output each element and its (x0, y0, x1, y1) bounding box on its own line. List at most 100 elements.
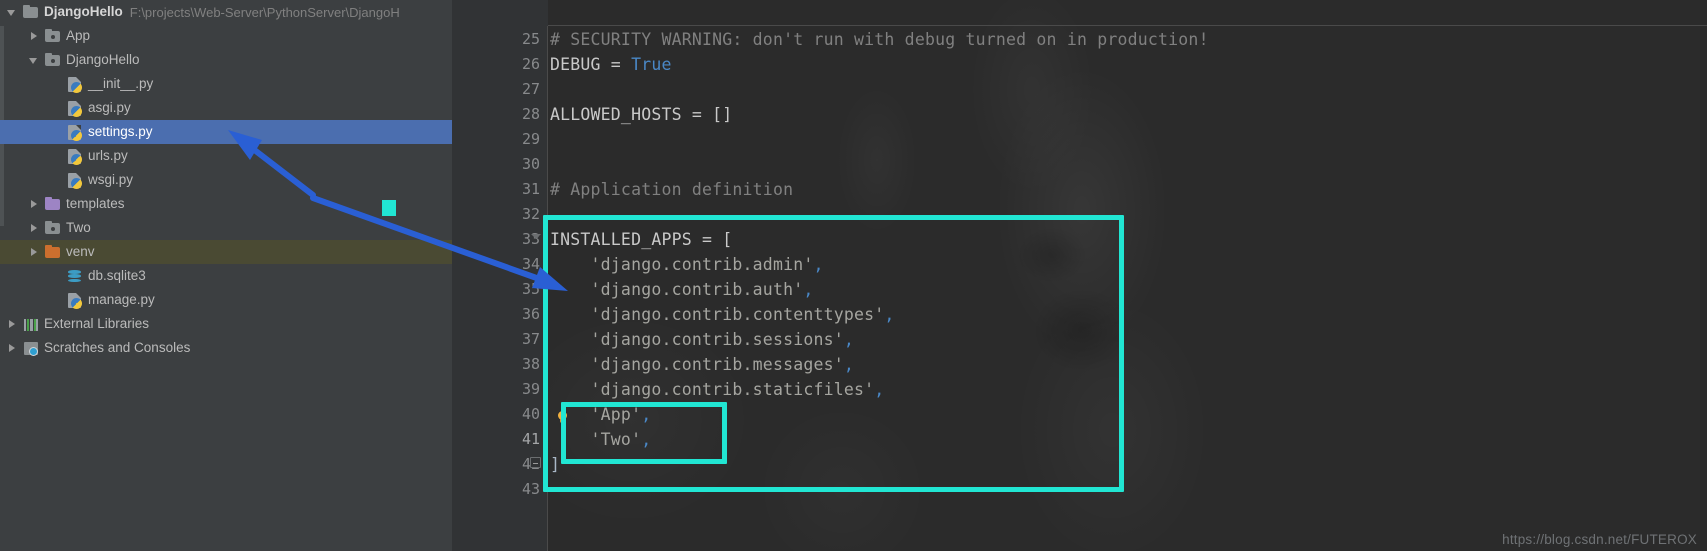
chevron-down-icon[interactable] (26, 52, 42, 68)
chevron-right-icon[interactable] (26, 196, 42, 212)
line-number: 33 (521, 230, 540, 248)
editor-top-divider (452, 25, 1707, 26)
code-token: , (803, 280, 814, 299)
line-number: 28 (521, 105, 540, 123)
code-token: , (813, 255, 824, 274)
code-token: , (641, 405, 652, 424)
tree-item-label: App (66, 28, 91, 44)
tree-item-manage-py[interactable]: manage.py (0, 288, 452, 312)
fold-marker-close-icon[interactable] (530, 457, 541, 468)
line-number: 36 (521, 305, 540, 323)
line-number: 42 (452, 452, 540, 477)
code-token: # Application definition (550, 180, 794, 199)
code-token: 'django.contrib.admin' (550, 255, 814, 274)
tree-toggle-spacer (48, 148, 64, 164)
tree-item-scratches-and-consoles[interactable]: Scratches and Consoles (0, 336, 452, 360)
tree-item-label: DjangoHello (66, 52, 140, 68)
code-token: , (843, 330, 855, 349)
code-editor[interactable]: 25 26 27 28 29 30 31 32 33 34 35 36 37 38 39 40 41 42 43 #… (452, 0, 1707, 551)
tree-item-db-sqlite3[interactable]: db.sqlite3 (0, 264, 452, 288)
code-token: , (843, 355, 855, 374)
libraries-icon (22, 316, 39, 332)
tree-item-label: asgi.py (88, 100, 131, 116)
tree-item-label: venv (66, 244, 95, 260)
editor-gutter[interactable]: 25 26 27 28 29 30 31 32 33 34 35 36 37 38 39 40 41 42 43 (452, 0, 548, 551)
code-line[interactable]: 'django.contrib.staticfiles', (550, 377, 885, 402)
folder-orange-icon (44, 244, 61, 260)
chevron-right-icon[interactable] (4, 316, 20, 332)
tree-item-wsgi-py[interactable]: wsgi.py (0, 168, 452, 192)
project-path: F:\projects\Web-Server\PythonServer\Djan… (129, 4, 400, 20)
code-token: 'django.contrib.contenttypes' (550, 305, 885, 324)
chevron-down-icon[interactable] (4, 4, 20, 20)
tree-item-djangohello[interactable]: DjangoHello F:\projects\Web-Server\Python… (0, 0, 452, 24)
code-token: INSTALLED_APPS = [ (550, 230, 733, 249)
code-line[interactable]: ] (550, 452, 560, 477)
code-line[interactable]: INSTALLED_APPS = [ (550, 227, 732, 252)
tree-item-label: Scratches and Consoles (44, 340, 191, 356)
pycharm-window: DjangoHello F:\projects\Web-Server\Python… (0, 0, 1707, 551)
python-file-icon (66, 76, 83, 93)
code-line[interactable]: 'django.contrib.messages', (550, 352, 854, 377)
code-line[interactable]: 'django.contrib.auth', (550, 277, 814, 302)
code-token: 'django.contrib.sessions' (550, 330, 844, 349)
code-token: 'Two' (550, 430, 642, 449)
code-line[interactable]: # SECURITY WARNING: don't run with debug… (550, 27, 1209, 52)
code-line[interactable]: 'django.contrib.sessions', (550, 327, 854, 352)
line-number: 41 (521, 430, 540, 448)
chevron-right-icon[interactable] (26, 220, 42, 236)
chevron-right-icon[interactable] (26, 244, 42, 260)
tree-item-two[interactable]: Two (0, 216, 452, 240)
code-line[interactable]: 'django.contrib.contenttypes', (550, 302, 895, 327)
python-file-icon (66, 292, 83, 309)
editor-background-image (782, 0, 1402, 551)
folder-purple-icon (44, 196, 61, 212)
tree-item-app[interactable]: App (0, 24, 452, 48)
blog-watermark: https://blog.csdn.net/FUTEROX (1502, 532, 1697, 547)
code-token: DEBUG = (550, 55, 632, 74)
python-file-icon (66, 100, 83, 117)
tree-toggle-spacer (48, 268, 64, 284)
tree-item-templates[interactable]: templates (0, 192, 452, 216)
code-line[interactable]: DEBUG = True (550, 52, 672, 77)
tree-item-venv[interactable]: venv (0, 240, 452, 264)
folder-module-icon (44, 52, 61, 68)
tree-item-label: DjangoHello (44, 4, 123, 20)
code-line[interactable]: 'django.contrib.admin', (550, 252, 824, 277)
project-tree-panel: DjangoHello F:\projects\Web-Server\Python… (0, 0, 452, 551)
tree-item-external-libraries[interactable]: External Libraries (0, 312, 452, 336)
tree-item-label: __init__.py (88, 76, 154, 92)
python-file-icon (66, 124, 83, 141)
tree-item-settings-py[interactable]: settings.py (0, 120, 452, 144)
code-line[interactable]: ALLOWED_HOSTS = [] (550, 102, 732, 127)
chevron-right-icon[interactable] (4, 340, 20, 356)
tree-toggle-spacer (48, 124, 64, 140)
folder-module-icon (44, 28, 61, 44)
tree-item-init-py[interactable]: __init__.py (0, 72, 452, 96)
tree-item-asgi-py[interactable]: asgi.py (0, 96, 452, 120)
chevron-right-icon[interactable] (26, 28, 42, 44)
tree-item-djangohello[interactable]: DjangoHello (0, 48, 452, 72)
tree-toggle-spacer (48, 292, 64, 308)
folder-gray-icon (22, 4, 39, 20)
code-line[interactable]: 'Two', (550, 427, 652, 452)
scratches-icon (22, 340, 39, 356)
code-token: ] (550, 455, 561, 474)
line-number: 38 (521, 355, 540, 373)
tree-item-label: manage.py (88, 292, 155, 308)
tree-item-label: settings.py (88, 124, 153, 140)
tree-item-urls-py[interactable]: urls.py (0, 144, 452, 168)
fold-marker-open-icon[interactable] (531, 234, 541, 239)
tree-item-label: Two (66, 220, 91, 236)
code-line[interactable]: # Application definition (550, 177, 793, 202)
line-number: 29 (521, 130, 540, 148)
code-token: ALLOWED_HOSTS = [] (550, 105, 733, 124)
code-token: , (874, 380, 885, 399)
tree-toggle-spacer (48, 76, 64, 92)
intention-bulb-icon[interactable] (557, 411, 568, 424)
code-token: 'django.contrib.messages' (550, 355, 844, 374)
tree-toggle-spacer (48, 100, 64, 116)
code-token: 'django.contrib.auth' (550, 280, 804, 299)
line-number: 27 (521, 80, 540, 98)
tree-item-label: db.sqlite3 (88, 268, 146, 284)
